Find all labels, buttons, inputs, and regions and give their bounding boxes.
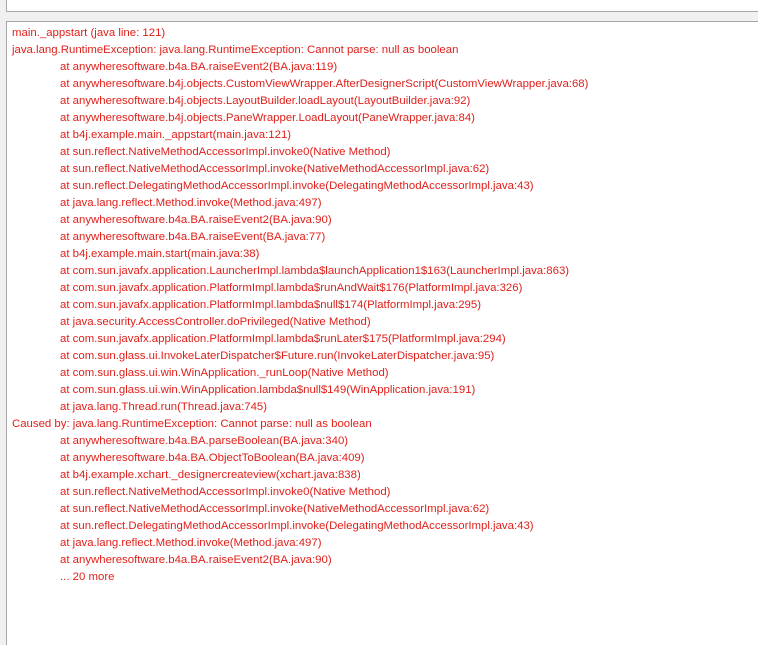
stack-frame-line: ... 20 more — [60, 571, 115, 583]
stack-frame-line: at com.sun.glass.ui.win.WinApplication.l… — [60, 384, 476, 396]
stack-frame-line: at sun.reflect.NativeMethodAccessorImpl.… — [60, 503, 490, 515]
stack-frame-line: at anywheresoftware.b4a.BA.raiseEvent(BA… — [60, 231, 326, 243]
stack-frame-line: at b4j.example.xchart._designercreatevie… — [60, 469, 361, 481]
log-text-area[interactable]: main._appstart (java line: 121) java.lang… — [7, 22, 758, 586]
stack-frame-line: at anywheresoftware.b4a.BA.raiseEvent2(B… — [60, 61, 338, 73]
stack-frame-line: at anywheresoftware.b4a.BA.raiseEvent2(B… — [60, 214, 332, 226]
stack-frame-line: at anywheresoftware.b4j.objects.LayoutBu… — [60, 95, 471, 107]
stack-frame-line: at com.sun.javafx.application.LauncherIm… — [60, 265, 570, 277]
stack-frame-line: at com.sun.glass.ui.InvokeLaterDispatche… — [60, 350, 495, 362]
stack-frame-line: at java.lang.reflect.Method.invoke(Metho… — [60, 537, 322, 549]
stack-frame-line: at sun.reflect.NativeMethodAccessorImpl.… — [60, 163, 490, 175]
exception-line: Caused by: java.lang.RuntimeException: C… — [12, 418, 372, 430]
stack-frame-line: at b4j.example.main._appstart(main.java:… — [60, 129, 292, 141]
stack-frame-line: at sun.reflect.DelegatingMethodAccessorI… — [60, 520, 534, 532]
stack-frame-line: at java.security.AccessController.doPriv… — [60, 316, 371, 328]
logs-panel[interactable]: main._appstart (java line: 121) java.lang… — [6, 21, 758, 645]
stack-frame-line: at anywheresoftware.b4j.objects.PaneWrap… — [60, 112, 475, 124]
stack-frame-line: at sun.reflect.NativeMethodAccessorImpl.… — [60, 486, 391, 498]
top-toolbar — [0, 0, 758, 14]
stack-frame-line: at sun.reflect.DelegatingMethodAccessorI… — [60, 180, 534, 192]
stack-frame-line: at sun.reflect.NativeMethodAccessorImpl.… — [60, 146, 391, 158]
stack-frame-line: at java.lang.reflect.Method.invoke(Metho… — [60, 197, 322, 209]
stack-frame-line: at com.sun.javafx.application.PlatformIm… — [60, 333, 506, 345]
stack-frame-line: at anywheresoftware.b4a.BA.raiseEvent2(B… — [60, 554, 332, 566]
ide-window: main._appstart (java line: 121) java.lang… — [0, 0, 758, 645]
stack-frame-line: at java.lang.Thread.run(Thread.java:745) — [60, 401, 268, 413]
stack-frame-line: at b4j.example.main.start(main.java:38) — [60, 248, 260, 260]
exception-line: java.lang.RuntimeException: java.lang.Ru… — [12, 44, 459, 56]
stack-frame-line: at com.sun.javafx.application.PlatformIm… — [60, 282, 523, 294]
stack-frame-line: at anywheresoftware.b4a.BA.parseBoolean(… — [60, 435, 349, 447]
stack-frame-line: at com.sun.javafx.application.PlatformIm… — [60, 299, 482, 311]
stack-frame-line: at anywheresoftware.b4j.objects.CustomVi… — [60, 78, 589, 90]
top-text-field[interactable] — [6, 0, 758, 12]
stack-frame-line: at com.sun.glass.ui.win.WinApplication._… — [60, 367, 389, 379]
stack-frame-line: at anywheresoftware.b4a.BA.ObjectToBoole… — [60, 452, 365, 464]
exception-line: main._appstart (java line: 121) — [12, 27, 166, 39]
